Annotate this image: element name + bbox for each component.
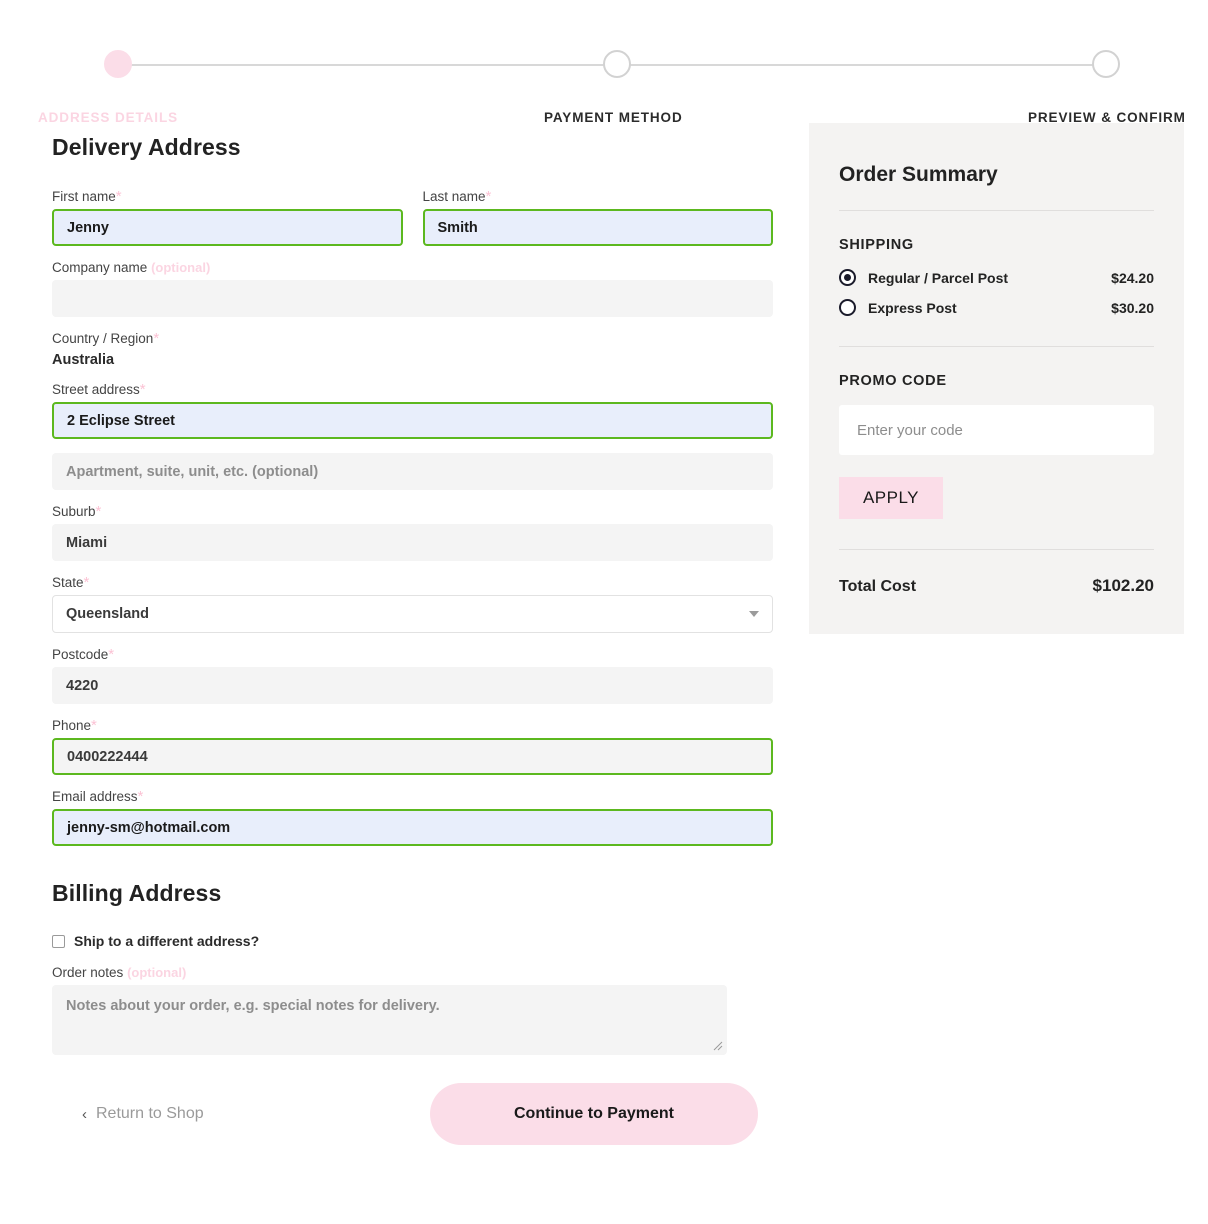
country-region-label: Country / Region* [52, 330, 160, 347]
postcode-input[interactable]: 4220 [52, 667, 773, 704]
order-summary-panel: Order Summary SHIPPING Regular / Parcel … [809, 123, 1184, 634]
apartment-field-group: Apartment, suite, unit, etc. (optional) [52, 453, 773, 490]
order-notes-label: Order notes (optional) [52, 965, 187, 980]
stepper-dot-preview-confirm [1092, 50, 1120, 78]
ship-different-address-row[interactable]: Ship to a different address? [52, 933, 773, 949]
stepper-step-payment-method[interactable]: PAYMENT METHOD [544, 50, 682, 125]
checkout-stepper: ADDRESS DETAILS PAYMENT METHOD PREVIEW &… [0, 0, 1208, 125]
postcode-field-group: Postcode* 4220 [52, 647, 773, 704]
ship-different-address-label: Ship to a different address? [74, 933, 260, 949]
required-marker: * [485, 188, 492, 205]
email-address-input[interactable]: jenny-sm@hotmail.com [52, 809, 773, 846]
suburb-label: Suburb* [52, 503, 102, 520]
required-marker: * [137, 788, 144, 805]
required-marker: * [153, 330, 160, 347]
first-name-label: First name* [52, 188, 122, 205]
checkout-page: Delivery Address First name* Jenny Last … [0, 120, 1208, 1145]
suburb-field-group: Suburb* Miami [52, 504, 773, 561]
required-marker: * [108, 646, 115, 663]
order-notes-textarea[interactable]: Notes about your order, e.g. special not… [52, 985, 727, 1055]
continue-to-payment-button[interactable]: Continue to Payment [430, 1083, 758, 1145]
promo-code-input[interactable]: Enter your code [839, 405, 1154, 455]
radio-express-post[interactable] [839, 299, 856, 316]
stepper-label-address-details: ADDRESS DETAILS [38, 110, 179, 125]
name-row: First name* Jenny Last name* Smith [52, 189, 773, 260]
country-region-value: Australia [52, 352, 115, 368]
required-marker: * [139, 381, 146, 398]
street-address-field-group: Street address* 2 Eclipse Street [52, 382, 773, 439]
return-to-shop-label: Return to Shop [96, 1105, 204, 1122]
stepper-label-preview-confirm: PREVIEW & CONFIRM [1028, 110, 1186, 125]
shipping-option-price: $24.20 [1111, 269, 1154, 286]
last-name-label: Last name* [422, 188, 492, 205]
total-cost-row: Total Cost $102.20 [839, 576, 1154, 596]
order-summary-card: Order Summary SHIPPING Regular / Parcel … [809, 123, 1184, 634]
resize-handle-icon[interactable] [713, 1041, 723, 1051]
phone-input[interactable]: 0400222444 [52, 738, 773, 775]
email-field-group: Email address* jenny-sm@hotmail.com [52, 789, 773, 846]
state-field-group: State* Queensland [52, 575, 773, 633]
postcode-label: Postcode* [52, 646, 115, 663]
radio-regular-parcel-post[interactable] [839, 269, 856, 286]
state-select[interactable]: Queensland [52, 595, 773, 633]
order-notes-placeholder: Notes about your order, e.g. special not… [66, 998, 440, 1014]
ship-different-address-checkbox[interactable] [52, 934, 65, 948]
company-field-group: Company name (optional) [52, 260, 773, 317]
first-name-input[interactable]: Jenny [52, 209, 403, 246]
shipping-option-label: Regular / Parcel Post [868, 269, 1009, 286]
summary-divider-total [839, 549, 1154, 550]
apartment-input[interactable]: Apartment, suite, unit, etc. (optional) [52, 453, 773, 490]
summary-divider-top [839, 210, 1154, 211]
street-address-label: Street address* [52, 381, 146, 398]
stepper-dot-payment-method [603, 50, 631, 78]
shipping-option-label: Express Post [868, 299, 957, 316]
phone-label: Phone* [52, 717, 97, 734]
phone-field-group: Phone* 0400222444 [52, 718, 773, 775]
company-name-input[interactable] [52, 280, 773, 317]
shipping-option-express[interactable]: Express Post $30.20 [839, 299, 1154, 316]
required-marker: * [95, 503, 102, 520]
state-selected-value: Queensland [66, 606, 149, 622]
billing-address-title: Billing Address [52, 880, 222, 906]
stepper-label-payment-method: PAYMENT METHOD [544, 110, 683, 125]
total-cost-value: $102.20 [1092, 576, 1154, 595]
shipping-heading: SHIPPING [839, 237, 914, 253]
delivery-address-form: Delivery Address First name* Jenny Last … [52, 120, 773, 1145]
promo-code-heading: PROMO CODE [839, 373, 947, 389]
shipping-option-price: $30.20 [1111, 299, 1154, 316]
apply-promo-button[interactable]: APPLY [839, 477, 943, 519]
optional-tag: (optional) [151, 260, 211, 275]
email-address-label: Email address* [52, 788, 144, 805]
country-field-group: Country / Region* Australia [52, 331, 773, 368]
chevron-down-icon [749, 611, 759, 617]
optional-tag: (optional) [127, 965, 187, 980]
stepper-step-preview-confirm[interactable]: PREVIEW & CONFIRM [1028, 50, 1185, 125]
total-cost-label: Total Cost [839, 578, 917, 595]
required-marker: * [83, 574, 90, 591]
street-address-input[interactable]: 2 Eclipse Street [52, 402, 773, 439]
last-name-field-group: Last name* Smith [422, 188, 773, 246]
form-footer: ‹ Return to Shop Continue to Payment [52, 1083, 773, 1145]
chevron-left-icon: ‹ [82, 1105, 87, 1123]
company-name-label: Company name (optional) [52, 260, 211, 275]
first-name-field-group: First name* Jenny [52, 189, 403, 246]
required-marker: * [115, 188, 122, 205]
required-marker: * [91, 717, 97, 734]
suburb-input[interactable]: Miami [52, 524, 773, 561]
order-notes-field-group: Order notes (optional) Notes about your … [52, 965, 773, 1055]
stepper-step-address-details[interactable]: ADDRESS DETAILS [38, 50, 177, 125]
last-name-input[interactable]: Smith [422, 209, 773, 246]
stepper-dot-address-details [104, 50, 132, 78]
summary-divider-promo [839, 346, 1154, 347]
return-to-shop-link[interactable]: ‹ Return to Shop [82, 1105, 204, 1123]
order-summary-title: Order Summary [839, 163, 998, 186]
delivery-address-title: Delivery Address [52, 134, 241, 160]
state-label: State* [52, 574, 90, 591]
promo-code-placeholder: Enter your code [857, 421, 963, 439]
shipping-option-regular[interactable]: Regular / Parcel Post $24.20 [839, 269, 1154, 286]
